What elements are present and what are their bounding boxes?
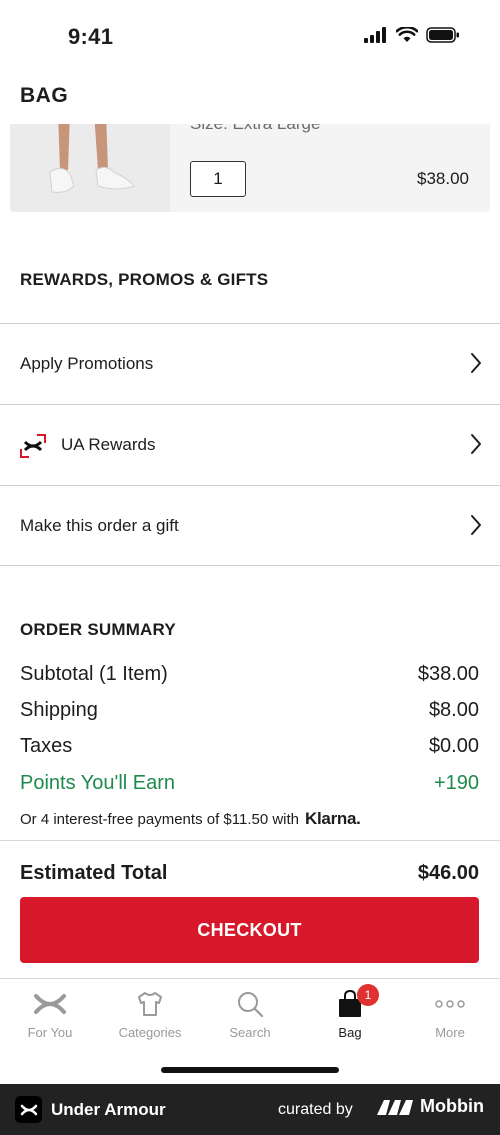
signal-icon xyxy=(364,27,386,43)
more-icon xyxy=(435,1000,465,1008)
gift-row[interactable]: Make this order a gift xyxy=(0,485,500,566)
chevron-right-icon xyxy=(471,515,481,535)
row-label: Make this order a gift xyxy=(20,515,179,535)
tab-label: Bag xyxy=(338,1025,362,1040)
tab-label: Categories xyxy=(118,1025,182,1040)
search-icon xyxy=(238,992,264,1018)
quantity-selector[interactable]: 1 xyxy=(190,161,246,197)
subtotal-value: $38.00 xyxy=(417,663,479,685)
taxes-value: $0.00 xyxy=(428,735,479,757)
tab-label: Search xyxy=(229,1025,271,1040)
row-label: UA Rewards xyxy=(61,435,156,454)
order-summary-heading: ORDER SUMMARY xyxy=(20,620,176,639)
product-price: $38.00 xyxy=(417,169,469,188)
product-image[interactable] xyxy=(10,112,170,212)
rewards-heading: REWARDS, PROMOS & GIFTS xyxy=(20,270,269,289)
tab-label: For You xyxy=(27,1025,73,1040)
ua-app-icon xyxy=(15,1096,42,1123)
chevron-right-icon xyxy=(471,353,481,373)
ua-rewards-icon xyxy=(20,434,46,458)
shipping-line: Shipping $8.00 xyxy=(20,699,479,722)
ua-rewards-row[interactable]: UA Rewards xyxy=(0,404,500,485)
shipping-value: $8.00 xyxy=(428,699,479,721)
points-line: Points You'll Earn +190 xyxy=(20,772,479,795)
status-bar: 9:41 xyxy=(0,0,500,72)
chevron-right-icon xyxy=(471,434,481,454)
bag-count-badge: 1 xyxy=(357,984,379,1006)
estimated-total-value: $46.00 xyxy=(417,862,479,884)
footer-app-name: Under Armour xyxy=(51,1100,166,1119)
estimated-total-label: Estimated Total xyxy=(20,862,168,884)
row-label: Apply Promotions xyxy=(20,354,154,373)
klarna-logo: Klarna. xyxy=(305,809,361,828)
footer-brand-name: Mobbin xyxy=(420,1096,484,1116)
battery-icon xyxy=(426,27,459,43)
taxes-label: Taxes xyxy=(20,735,73,757)
klarna-text: Or 4 interest-free payments of $11.50 wi… xyxy=(20,810,300,828)
klarna-line: Or 4 interest-free payments of $11.50 wi… xyxy=(20,809,361,829)
status-time: 9:41 xyxy=(68,24,114,49)
taxes-line: Taxes $0.00 xyxy=(20,735,479,758)
page-header: BAG xyxy=(0,72,500,124)
wifi-icon xyxy=(396,27,418,42)
divider xyxy=(0,840,500,841)
tab-label: More xyxy=(435,1025,465,1040)
estimated-total-line: Estimated Total $46.00 xyxy=(20,862,479,885)
tab-more[interactable]: More xyxy=(400,989,500,1049)
subtotal-label: Subtotal (1 Item) xyxy=(20,663,168,685)
shirt-icon xyxy=(138,992,162,1016)
footer-curated-by: curated by xyxy=(278,1101,353,1118)
checkout-button[interactable]: CHECKOUT xyxy=(20,897,479,963)
subtotal-line: Subtotal (1 Item) $38.00 xyxy=(20,663,479,686)
tab-for-you[interactable]: For You xyxy=(0,989,100,1049)
product-card[interactable]: Size: Extra Large 1 $38.00 xyxy=(10,112,490,212)
shipping-label: Shipping xyxy=(20,699,98,721)
status-icons xyxy=(364,27,460,43)
mobbin-logo-icon xyxy=(377,1099,413,1115)
shoes-image-icon xyxy=(10,112,170,212)
ua-logo-icon xyxy=(34,994,66,1014)
tab-categories[interactable]: Categories xyxy=(100,989,200,1049)
footer-brand: Mobbin xyxy=(376,1096,484,1117)
apply-promotions-row[interactable]: Apply Promotions xyxy=(0,323,500,404)
points-value: +190 xyxy=(433,772,479,794)
tab-search[interactable]: Search xyxy=(200,989,300,1049)
footer-bar: Under Armour curated by Mobbin xyxy=(0,1084,500,1135)
tab-bag[interactable]: 1 Bag xyxy=(300,984,400,1049)
home-indicator xyxy=(161,1067,339,1073)
page-title: BAG xyxy=(20,84,69,107)
points-label: Points You'll Earn xyxy=(20,772,176,794)
